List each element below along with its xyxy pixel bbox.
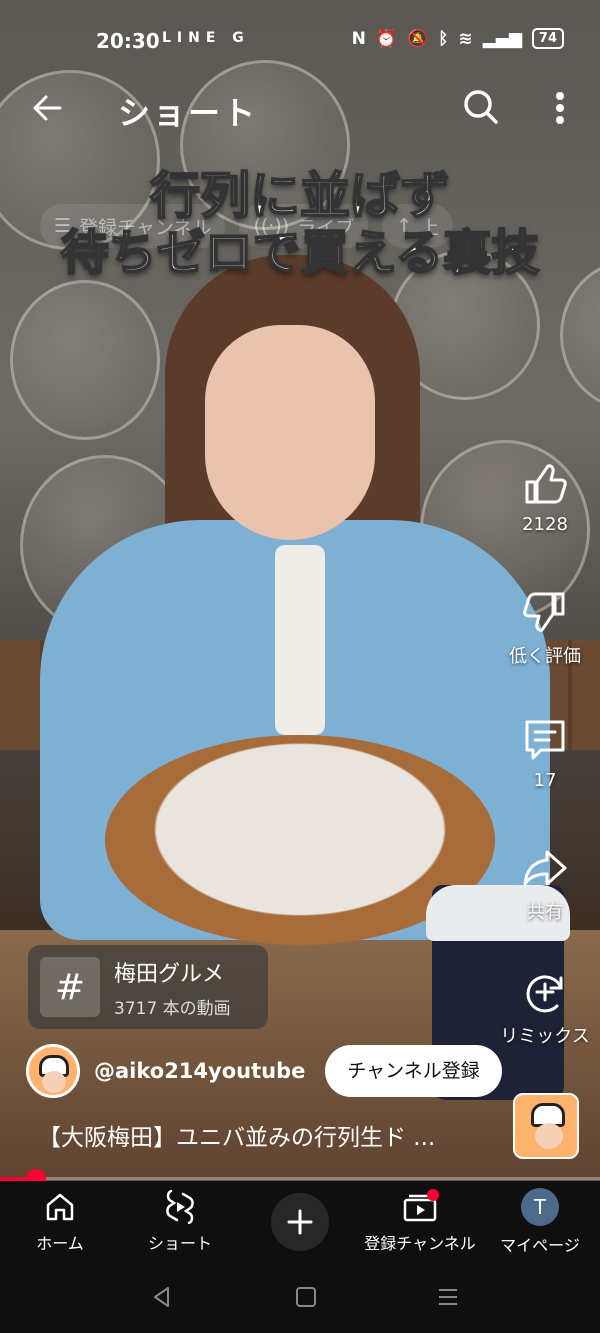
- shorts-icon: [166, 1190, 194, 1224]
- hashtag-card[interactable]: # 梅田グルメ 3717 本の動画: [28, 945, 268, 1029]
- person-face: [205, 325, 375, 540]
- video-title[interactable]: 【大阪梅田】ユニバ並みの行列生ド ...: [38, 1118, 435, 1152]
- system-back-icon[interactable]: [150, 1285, 174, 1309]
- status-icons: N ⏰ 🔕 ᛒ ≋ ▂▄▆ 74: [352, 28, 564, 49]
- nav-create[interactable]: [240, 1181, 360, 1263]
- status-app-icons: LINE G: [162, 30, 250, 46]
- share-button[interactable]: 共有: [490, 844, 600, 924]
- share-label: 共有: [527, 902, 563, 923]
- search-icon[interactable]: [460, 86, 502, 128]
- system-navigation-bar: [0, 1263, 600, 1333]
- wall-decoration: [10, 280, 160, 440]
- remix-icon: [526, 975, 563, 1013]
- nav-subscriptions[interactable]: 登録チャンネル: [360, 1181, 480, 1263]
- alarm-icon: ⏰: [375, 28, 398, 49]
- account-avatar: T: [521, 1188, 559, 1226]
- bluetooth-icon: ᛒ: [438, 28, 449, 49]
- shorts-header: ショート: [0, 78, 600, 138]
- nav-me[interactable]: T マイページ: [480, 1181, 600, 1263]
- channel-row: @aiko214youtube チャンネル登録: [26, 1044, 502, 1098]
- nav-label: ホーム: [36, 1234, 84, 1253]
- remix-button[interactable]: リミックス: [490, 968, 600, 1048]
- comments-button[interactable]: 17: [490, 716, 600, 791]
- nav-label: マイページ: [500, 1236, 580, 1255]
- avatar-face: [42, 1071, 66, 1093]
- signal-icon: ▂▄▆: [482, 28, 522, 49]
- mute-icon: 🔕: [407, 28, 429, 49]
- home-icon: [46, 1193, 74, 1221]
- comment-icon: [525, 720, 565, 760]
- nav-label: ショート: [147, 1234, 212, 1253]
- subscribe-button[interactable]: チャンネル登録: [325, 1045, 502, 1097]
- thumbs-up-icon: [525, 464, 567, 504]
- bottom-navigation: ホーム ショート 登録チャンネル T マイページ: [0, 1181, 600, 1263]
- like-button[interactable]: 2128: [490, 460, 600, 535]
- thumbs-down-icon: [523, 592, 565, 632]
- nav-home[interactable]: ホーム: [0, 1181, 120, 1263]
- remix-label: リミックス: [500, 1026, 590, 1047]
- nav-label: 登録チャンネル: [364, 1234, 476, 1253]
- status-time: 20:30: [96, 29, 160, 53]
- more-options-icon[interactable]: [548, 88, 572, 128]
- notification-dot: [427, 1189, 439, 1201]
- sound-thumbnail[interactable]: [513, 1093, 579, 1159]
- wifi-icon: ≋: [458, 28, 473, 49]
- hashtag-text: 梅田グルメ 3717 本の動画: [114, 956, 231, 1019]
- system-home-icon[interactable]: [294, 1285, 318, 1309]
- nfc-icon: N: [351, 28, 366, 49]
- share-icon: [523, 850, 567, 886]
- system-recents-icon[interactable]: [436, 1285, 460, 1309]
- page-title: ショート: [118, 94, 259, 132]
- nav-shorts[interactable]: ショート: [120, 1181, 240, 1263]
- status-bar: 20:30 LINE G N ⏰ 🔕 ᛒ ≋ ▂▄▆ 74: [0, 0, 600, 80]
- create-button[interactable]: [271, 1193, 329, 1251]
- avatar-face: [535, 1123, 563, 1149]
- channel-handle[interactable]: @aiko214youtube: [94, 1059, 305, 1083]
- person-collar: [275, 545, 325, 735]
- like-count: 2128: [522, 514, 568, 535]
- comment-count: 17: [533, 770, 557, 791]
- battery-indicator: 74: [531, 28, 564, 49]
- plus-icon: [287, 1209, 313, 1235]
- channel-avatar[interactable]: [26, 1044, 80, 1098]
- hashtag-icon: #: [40, 957, 100, 1017]
- video-caption-line2: 待ちゼロで買える裏技: [60, 224, 541, 282]
- hashtag-title: 梅田グルメ: [114, 961, 225, 987]
- hashtag-video-count: 3717 本の動画: [114, 998, 231, 1019]
- dislike-label: 低く評価: [509, 646, 581, 667]
- dislike-button[interactable]: 低く評価: [490, 588, 600, 668]
- back-arrow-icon[interactable]: [28, 88, 68, 128]
